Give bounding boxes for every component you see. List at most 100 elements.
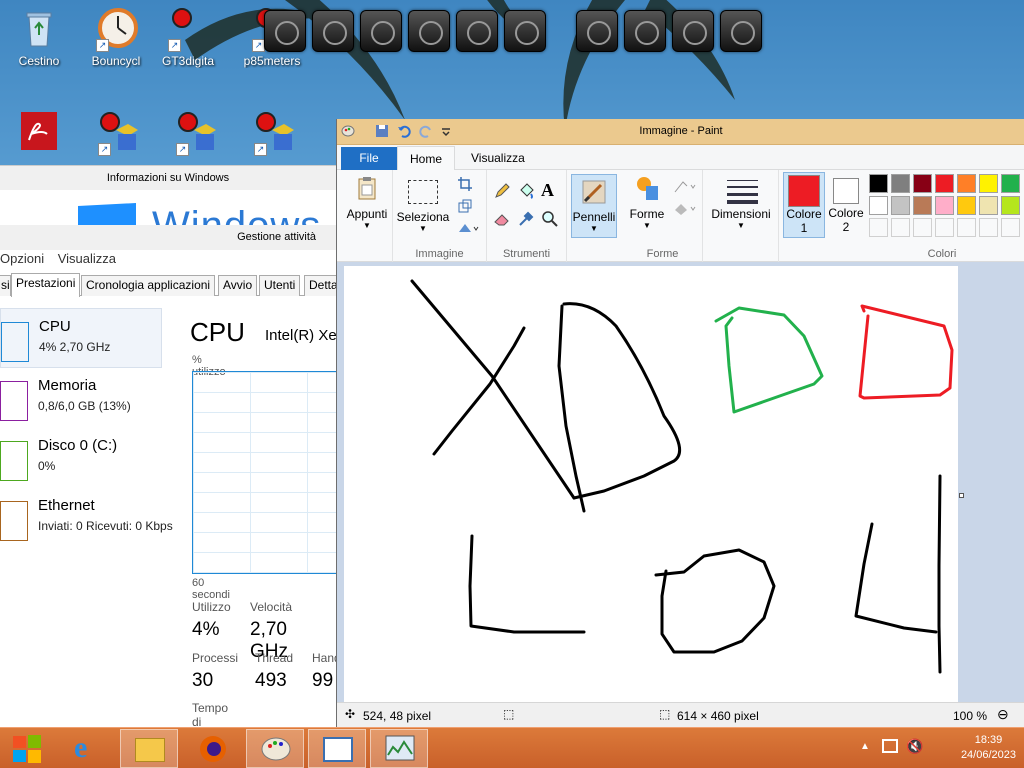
- color2-button[interactable]: Colore 2: [825, 172, 867, 238]
- stat-proc-label: Processi: [192, 651, 239, 665]
- fill-icon[interactable]: [517, 182, 535, 200]
- tab-startup[interactable]: Avvio: [218, 275, 258, 296]
- pencil-icon[interactable]: [493, 182, 511, 200]
- fill-shape-icon[interactable]: [673, 200, 697, 216]
- cpu-heading: CPU: [190, 317, 245, 347]
- group-clipboard: Appunti ▼: [341, 170, 393, 262]
- desktop-icon-network-2[interactable]: ↗: [158, 110, 234, 158]
- rotate-icon[interactable]: [457, 220, 479, 236]
- palette-swatch[interactable]: [869, 174, 888, 193]
- dock-item-speaker[interactable]: [456, 10, 498, 52]
- dock-item-monitor[interactable]: [264, 10, 306, 52]
- volume-muted-icon[interactable]: 🔇: [906, 738, 923, 755]
- canvas-resize-handle[interactable]: [959, 493, 964, 498]
- palette-swatch[interactable]: [1001, 174, 1020, 193]
- desktop-icon-pdf[interactable]: [1, 110, 77, 158]
- group-image-label: Immagine: [415, 248, 464, 260]
- dock-item-users[interactable]: [672, 10, 714, 52]
- taskbar: e ▲ 🔇 18:39 24/06/2023: [0, 727, 1024, 768]
- perf-item-cpu[interactable]: CPU 4% 2,70 GHz: [0, 308, 162, 368]
- palette-swatch[interactable]: [957, 174, 976, 193]
- palette-swatch[interactable]: [891, 218, 910, 237]
- clock-time: 18:39: [974, 734, 1003, 746]
- about-windows-window[interactable]: Informazioni su Windows Windows: [0, 165, 336, 233]
- brushes-button[interactable]: Pennelli ▼: [571, 174, 617, 238]
- taskbar-firefox[interactable]: [184, 729, 242, 768]
- color1-button[interactable]: Colore 1: [783, 172, 825, 238]
- dock-item-folder[interactable]: [360, 10, 402, 52]
- tab-performance[interactable]: Prestazioni: [11, 273, 81, 297]
- canvas-area[interactable]: [337, 262, 1024, 702]
- eraser-icon[interactable]: [493, 210, 511, 228]
- tab-home[interactable]: Home: [397, 146, 455, 171]
- tab-app-history[interactable]: Cronologia applicazioni: [81, 275, 216, 296]
- palette-swatch[interactable]: [957, 196, 976, 215]
- palette-swatch[interactable]: [935, 174, 954, 193]
- magnifier-icon[interactable]: [541, 210, 559, 228]
- tab-processes[interactable]: si: [0, 275, 11, 296]
- palette-swatch[interactable]: [957, 218, 976, 237]
- tab-users[interactable]: Utenti: [259, 275, 301, 296]
- palette-swatch[interactable]: [891, 196, 910, 215]
- desktop-icon-network-3[interactable]: ↗: [236, 110, 312, 158]
- taskbar-task-manager[interactable]: [370, 729, 428, 768]
- dock-item-disc[interactable]: [408, 10, 450, 52]
- perf-item-memory[interactable]: Memoria 0,8/6,0 GB (13%): [0, 368, 162, 428]
- window-icon: [323, 737, 353, 762]
- zoom-level: 100 %: [953, 709, 988, 723]
- palette-swatch[interactable]: [913, 196, 932, 215]
- menu-options[interactable]: Opzioni: [0, 251, 44, 266]
- dock-item-recycle[interactable]: [720, 10, 762, 52]
- palette-swatch[interactable]: [1001, 218, 1020, 237]
- palette-swatch[interactable]: [891, 174, 910, 193]
- tab-details[interactable]: Detta: [304, 275, 338, 296]
- clipboard-icon: [358, 177, 376, 200]
- palette-swatch[interactable]: [979, 218, 998, 237]
- shapes-button[interactable]: Forme ▼: [623, 174, 671, 230]
- status-bar: ✣ 524, 48 pixel ⬚ ⬚ 614 × 460 pixel 100 …: [337, 702, 1024, 727]
- palette-swatch[interactable]: [913, 174, 932, 193]
- shapes-icon: [637, 177, 658, 200]
- clipboard-button[interactable]: Appunti ▼: [341, 174, 393, 230]
- palette-swatch[interactable]: [1001, 196, 1020, 215]
- tab-view[interactable]: Visualizza: [461, 147, 535, 170]
- dock-item-network[interactable]: [312, 10, 354, 52]
- task-manager-window[interactable]: Gestione attività Opzioni Visualizza si …: [0, 225, 341, 743]
- group-shapes: Forme ▼ Forme: [623, 170, 703, 262]
- crop-icon[interactable]: [457, 176, 473, 192]
- taskbar-paint[interactable]: [246, 729, 304, 768]
- tab-file[interactable]: File: [341, 147, 397, 170]
- palette-swatch[interactable]: [979, 196, 998, 215]
- drawing-canvas[interactable]: [344, 266, 958, 702]
- desktop-icon-network-1[interactable]: ↗: [80, 110, 156, 158]
- perf-item-disk[interactable]: Disco 0 (C:) 0%: [0, 428, 162, 488]
- dock-item-mixer[interactable]: [504, 10, 546, 52]
- palette-swatch[interactable]: [935, 196, 954, 215]
- palette-swatch[interactable]: [869, 196, 888, 215]
- paint-window[interactable]: Immagine - Paint File Home Visualizza Ap…: [336, 119, 1024, 727]
- taskbar-explorer[interactable]: [120, 729, 178, 768]
- taskbar-about-windows[interactable]: [308, 729, 366, 768]
- network-tray-icon[interactable]: [882, 739, 898, 753]
- outline-icon[interactable]: [673, 178, 697, 194]
- zoom-out-button[interactable]: ⊖: [997, 706, 1009, 723]
- resize-icon[interactable]: [457, 198, 473, 214]
- group-colors: Colore 1 Colore 2 Colori: [779, 170, 1024, 262]
- size-button[interactable]: Dimensioni ▼: [703, 174, 779, 230]
- palette-swatch[interactable]: [869, 218, 888, 237]
- start-button[interactable]: [0, 729, 54, 768]
- palette-swatch[interactable]: [979, 174, 998, 193]
- select-button[interactable]: Seleziona ▼: [393, 176, 453, 233]
- cpu-model-name: Intel(R) Xe: [265, 327, 337, 344]
- text-icon[interactable]: A: [541, 180, 554, 201]
- perf-item-ethernet[interactable]: Ethernet Inviati: 0 Ricevuti: 0 Kbps: [0, 488, 173, 548]
- color-picker-icon[interactable]: [517, 210, 535, 228]
- taskbar-ie[interactable]: e: [60, 729, 118, 768]
- palette-swatch[interactable]: [913, 218, 932, 237]
- palette-swatch[interactable]: [935, 218, 954, 237]
- dock-item-ie[interactable]: [576, 10, 618, 52]
- menu-view[interactable]: Visualizza: [58, 251, 116, 266]
- clock[interactable]: 18:39 24/06/2023: [961, 733, 1016, 763]
- dock-item-shirt[interactable]: [624, 10, 666, 52]
- show-hidden-icons[interactable]: ▲: [860, 741, 870, 752]
